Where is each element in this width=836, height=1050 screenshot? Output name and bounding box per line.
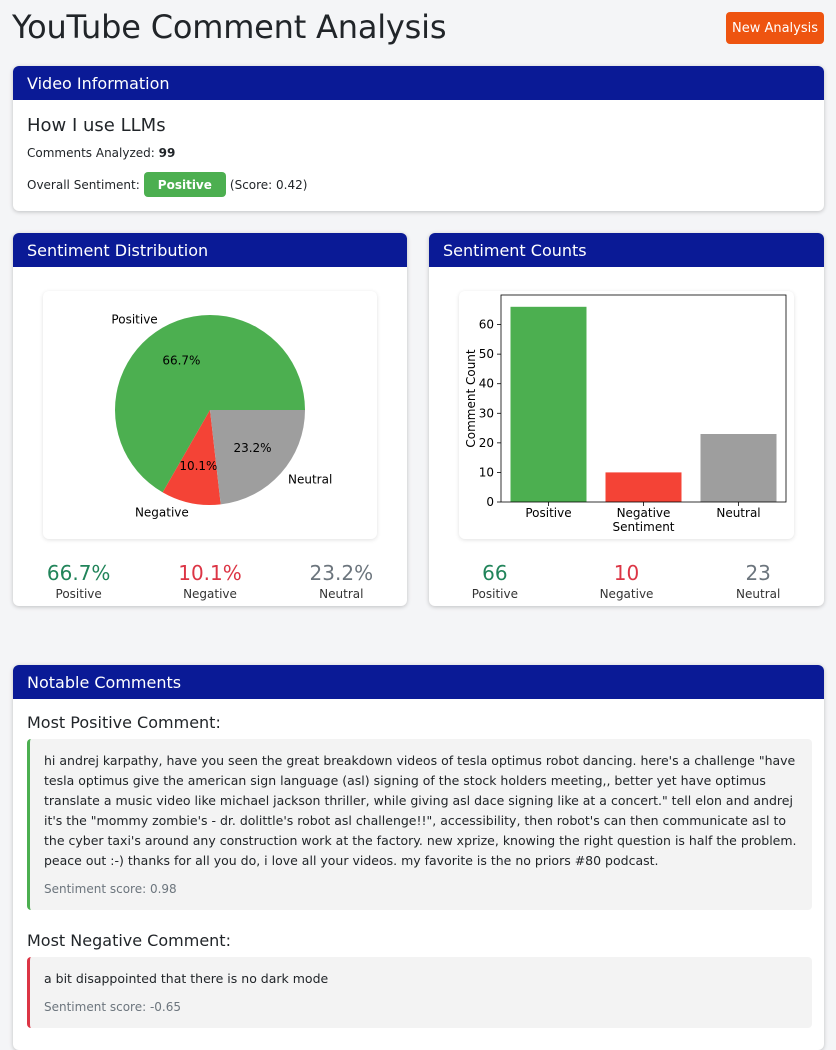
pie-label-negative: Negative: [135, 505, 189, 519]
count-positive-label: Positive: [471, 587, 518, 601]
positive-comment-box: hi andrej karpathy, have you seen the gr…: [27, 739, 812, 910]
comments-analyzed-count: 99: [158, 146, 176, 160]
stat-positive-value: 66.7%: [46, 561, 111, 585]
y-tick-label-50: 50: [479, 347, 494, 361]
sentiment-badge: Positive: [143, 172, 226, 197]
count-neutral: 23 Neutral: [692, 561, 824, 603]
stat-negative: 10.1% Negative: [144, 561, 275, 603]
x-tick-label-negative: Negative: [617, 506, 671, 520]
count-neutral-value: 23: [745, 561, 771, 585]
count-neutral-label: Neutral: [736, 587, 781, 601]
y-tick-label-0: 0: [486, 495, 494, 509]
notable-comments-card: Notable Comments Most Positive Comment: …: [13, 665, 824, 1050]
positive-comment-text: hi andrej karpathy, have you seen the gr…: [44, 753, 797, 868]
sentiment-counts-card: Sentiment Counts Positive Negative Neutral…: [429, 233, 824, 606]
video-information-card: Video Information How I use LLMs Comment…: [13, 66, 824, 211]
notable-comments-heading: Notable Comments: [13, 665, 824, 699]
bar-chart: Positive Negative Neutral 0 10 20 30 40 50 60 Sent…: [464, 294, 787, 534]
count-negative: 10 Negative: [561, 561, 693, 603]
x-tick-label-positive: Positive: [525, 506, 571, 520]
count-positive-value: 66: [482, 561, 508, 585]
bar-negative: [605, 472, 682, 502]
counts-stats: 66 Positive 10 Negative 23 Neutral: [429, 561, 824, 603]
pie-label-positive: Positive: [111, 313, 157, 327]
y-axis-label: Comment Count: [464, 349, 478, 448]
stat-neutral: 23.2% Neutral: [276, 561, 407, 603]
page-title: YouTube Comment Analysis: [12, 8, 447, 46]
positive-comment-score: Sentiment score: 0.98: [44, 882, 177, 896]
x-axis-label: Sentiment: [612, 520, 674, 534]
distribution-stats: 66.7% Positive 10.1% Negative 23.2% Neut…: [13, 561, 407, 603]
pie-value-positive: 66.7%: [162, 354, 200, 368]
y-tick-label-60: 60: [479, 318, 494, 332]
stat-neutral-label: Neutral: [319, 587, 364, 601]
x-tick-label-neutral: Neutral: [716, 506, 760, 520]
sentiment-counts-heading: Sentiment Counts: [429, 233, 824, 267]
negative-comment-score: Sentiment score: -0.65: [44, 1000, 181, 1014]
most-negative-title: Most Negative Comment:: [27, 931, 231, 950]
stat-positive: 66.7% Positive: [13, 561, 144, 603]
sentiment-distribution-card: Sentiment Distribution Positive 66.7% Nega…: [13, 233, 407, 606]
stat-negative-value: 10.1%: [178, 561, 242, 585]
comments-analyzed: Comments Analyzed: 99: [27, 146, 175, 160]
video-information-heading: Video Information: [13, 66, 824, 100]
negative-comment-text: a bit disappointed that there is no dark…: [44, 971, 329, 986]
video-title: How I use LLMs: [27, 115, 166, 136]
overall-sentiment-label: Overall Sentiment:: [27, 177, 140, 192]
stat-negative-label: Negative: [183, 587, 237, 601]
pie-chart: Positive 66.7% Negative 10.1% Neutral 23.2%: [111, 313, 332, 520]
y-tick-label-10: 10: [479, 465, 494, 479]
stat-neutral-value: 23.2%: [309, 561, 374, 585]
pie-label-neutral: Neutral: [288, 473, 332, 487]
negative-comment-box: a bit disappointed that there is no dark…: [27, 957, 812, 1028]
y-tick-label-20: 20: [479, 436, 494, 450]
bar-positive: [510, 306, 587, 502]
y-tick-label-40: 40: [479, 377, 494, 391]
most-positive-title: Most Positive Comment:: [27, 713, 221, 732]
pie-value-negative: 10.1%: [179, 459, 217, 473]
sentiment-distribution-heading: Sentiment Distribution: [13, 233, 407, 267]
count-negative-value: 10: [613, 561, 640, 585]
count-positive: 66 Positive: [429, 561, 561, 603]
pie-slice-neutral: [210, 410, 305, 505]
count-negative-label: Negative: [599, 587, 654, 601]
overall-sentiment: Overall Sentiment: Positive (Score: 0.42…: [27, 172, 307, 197]
pie-chart-container: Positive 66.7% Negative 10.1% Neutral 23.2%: [43, 291, 377, 539]
bar-neutral: [700, 434, 777, 502]
new-analysis-button[interactable]: New Analysis: [726, 12, 824, 44]
y-tick-label-30: 30: [479, 406, 494, 420]
stat-positive-label: Positive: [55, 587, 102, 601]
comments-analyzed-label: Comments Analyzed:: [27, 146, 155, 160]
bar-chart-container: Positive Negative Neutral 0 10 20 30 40 50 60 Sent…: [459, 291, 794, 539]
sentiment-score: (Score: 0.42): [229, 177, 308, 192]
pie-value-neutral: 23.2%: [233, 441, 271, 455]
